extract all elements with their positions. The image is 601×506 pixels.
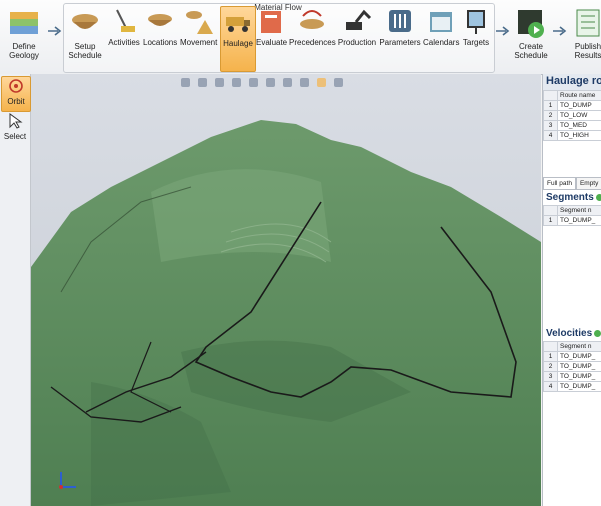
ribbon-toolbar: Material Flow Define Geology Setup Sched… — [0, 0, 601, 75]
add-velocity-icon[interactable] — [594, 329, 601, 337]
setup-schedule-label: Setup Schedule — [68, 42, 102, 60]
velocities-header: Velocities — [543, 326, 601, 341]
define-geology-label: Define Geology — [9, 42, 39, 60]
segments-header: Segments — [543, 190, 601, 205]
target-board-icon — [467, 10, 485, 34]
3d-viewport[interactable] — [31, 74, 541, 506]
geology-layers-icon — [10, 12, 38, 34]
setup-bowl-icon — [72, 14, 98, 29]
publish-sheet-icon — [576, 9, 600, 37]
tab-full-path[interactable]: Full path — [543, 177, 576, 189]
targets-button[interactable]: Targets — [461, 6, 491, 70]
view-tool-icon[interactable] — [283, 78, 292, 87]
add-segment-icon[interactable] — [595, 193, 601, 201]
activities-button[interactable]: Activities — [108, 6, 140, 70]
table-row[interactable]: 1 TO_DUMP — [543, 100, 601, 111]
table-row[interactable]: 3 TO_MED — [543, 120, 601, 131]
table-row[interactable]: 2 TO_DUMP_ — [543, 361, 601, 372]
select-tool-button[interactable]: Select — [1, 112, 29, 146]
velocities-table: Segment n 1 TO_DUMP_ 2 TO_DUMP_ 3 TO_DUMP_ … — [543, 341, 601, 392]
view-tool-icon[interactable] — [232, 78, 241, 87]
tab-empty[interactable]: Empty — [575, 177, 601, 189]
haulage-button[interactable]: Haulage — [220, 6, 256, 72]
play-schedule-icon — [518, 10, 544, 38]
select-label: Select — [3, 132, 27, 141]
excavator-icon — [346, 9, 372, 30]
evaluate-button[interactable]: Evaluate — [256, 6, 288, 70]
movement-label: Movement — [180, 38, 218, 47]
parameters-button[interactable]: Parameters — [379, 6, 421, 70]
table-row[interactable]: 1 TO_DUMP_ — [543, 351, 601, 362]
calendar-icon — [430, 12, 452, 32]
publish-results-label: Publish Results — [574, 42, 601, 60]
parameters-label: Parameters — [379, 38, 421, 47]
flow-arrow-icon — [496, 26, 510, 36]
table-row[interactable]: 2 TO_LOW — [543, 110, 601, 121]
table-row[interactable]: 4 TO_DUMP_ — [543, 381, 601, 392]
production-label: Production — [337, 38, 377, 47]
velocity-segment-header: Segment n — [557, 341, 601, 352]
orbit-icon — [9, 79, 23, 93]
view-tool-icon[interactable] — [215, 78, 224, 87]
evaluate-chart-icon — [261, 11, 281, 33]
setup-schedule-button[interactable]: Setup Schedule — [66, 6, 104, 70]
orbit-tool-button[interactable]: Orbit — [1, 76, 31, 112]
view-tool-icon[interactable] — [300, 78, 309, 87]
view-tools-bar: Orbit Select — [0, 74, 31, 506]
terrain-model — [31, 120, 541, 506]
evaluate-label: Evaluate — [256, 38, 288, 47]
cursor-arrow-icon — [9, 113, 23, 129]
drill-rig-icon — [116, 9, 135, 32]
haul-truck-icon — [226, 17, 250, 32]
routes-table: Route name 1 TO_DUMP 2 TO_LOW 3 TO_MED 4 TO_… — [543, 90, 601, 141]
table-row[interactable]: 3 TO_DUMP_ — [543, 371, 601, 382]
precedences-button[interactable]: Precedences — [289, 6, 336, 70]
define-geology-button[interactable]: Define Geology — [2, 6, 46, 70]
haulage-routes-title: Haulage route — [543, 74, 601, 90]
route-name-header: Route name — [557, 90, 601, 101]
locations-label: Locations — [143, 38, 178, 47]
publish-results-button[interactable]: Publish Results — [568, 6, 601, 70]
view-tool-icon[interactable] — [317, 78, 326, 87]
precedences-label: Precedences — [289, 38, 336, 47]
haulage-routes-panel: Haulage route Route name 1TO_DUMP 2TO_LO… — [542, 74, 601, 506]
pit-bowl-icon — [148, 14, 172, 26]
orbit-label: Orbit — [7, 97, 25, 106]
view-tool-icon[interactable] — [266, 78, 275, 87]
activities-label: Activities — [108, 38, 140, 47]
segment-name-header: Segment n — [557, 205, 601, 216]
flow-arrow-icon — [48, 26, 62, 36]
flow-arrow-icon — [553, 26, 567, 36]
view-tool-icon[interactable] — [334, 78, 343, 87]
table-row[interactable]: 4 TO_HIGH — [543, 130, 601, 141]
haulage-label: Haulage — [223, 39, 253, 48]
locations-button[interactable]: Locations — [143, 6, 177, 70]
precedence-arrows-icon — [300, 10, 324, 29]
view-tool-icon[interactable] — [198, 78, 207, 87]
production-button[interactable]: Production — [337, 6, 377, 70]
viewport-toolbar — [181, 78, 343, 90]
view-tool-icon[interactable] — [181, 78, 190, 87]
create-schedule-label: Create Schedule — [514, 42, 548, 60]
calendars-button[interactable]: Calendars — [423, 6, 459, 70]
calendars-label: Calendars — [423, 38, 460, 47]
view-tool-icon[interactable] — [249, 78, 258, 87]
create-schedule-button[interactable]: Create Schedule — [511, 6, 551, 70]
sliders-icon — [389, 10, 411, 32]
targets-label: Targets — [462, 38, 490, 47]
movement-button[interactable]: Movement — [180, 6, 218, 70]
segments-table: Segment n 1 TO_DUMP_ — [543, 205, 601, 226]
movement-piles-icon — [186, 11, 213, 34]
table-row[interactable]: 1 TO_DUMP_ — [543, 215, 601, 226]
path-tabs: Full path Empty — [543, 177, 601, 190]
